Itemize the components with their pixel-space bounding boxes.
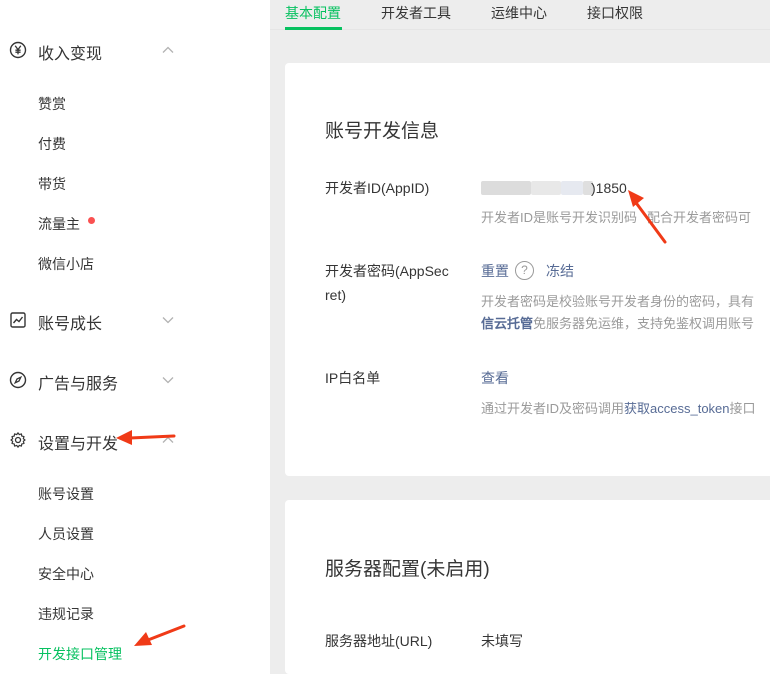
tab-bar: 基本配置 开发者工具 运维中心 接口权限	[270, 0, 770, 30]
ip-whitelist-label: IP白名单	[325, 370, 381, 386]
active-tab-indicator	[285, 27, 342, 30]
sidebar-item-label: 付费	[38, 136, 66, 152]
tab-api-permissions[interactable]: 接口权限	[587, 3, 643, 23]
sidebar-item-dev-interface-mgmt[interactable]: 开发接口管理	[0, 635, 270, 669]
freeze-secret-link[interactable]: 冻结	[546, 261, 574, 281]
sidebar-item-label: 开发接口管理	[38, 646, 122, 662]
app-secret-description: 开发者密码是校验账号开发者身份的密码，具有	[481, 294, 755, 309]
app-root: 收入变现 赞赏 付费 带货 流量主 微信小店 账号成长 广告与服务 设置与开发 …	[0, 0, 770, 674]
tab-basic-config[interactable]: 基本配置	[285, 3, 341, 23]
sidebar-item-commerce[interactable]: 带货	[0, 165, 270, 199]
nav-group-ads-label: 广告与服务	[38, 376, 119, 393]
sidebar-item-label: 账号设置	[38, 486, 94, 502]
nav-group-income[interactable]: 收入变现	[0, 30, 270, 70]
tab-developer-tools[interactable]: 开发者工具	[381, 3, 451, 23]
sidebar-item-label: 人员设置	[38, 526, 94, 542]
appid-label: 开发者ID(AppID)	[325, 180, 430, 196]
notification-dot	[88, 217, 95, 224]
sidebar-item-paid[interactable]: 付费	[0, 125, 270, 159]
app-secret-description-2: 信云托管免服务器免运维，支持免鉴权调用账号	[481, 316, 755, 331]
tab-ops-center[interactable]: 运维中心	[491, 3, 547, 23]
ip-whitelist-description: 通过开发者ID及密码调用获取access_token接口	[481, 401, 756, 416]
sidebar-item-label: 赞赏	[38, 96, 66, 112]
sidebar-item-appreciation[interactable]: 赞赏	[0, 85, 270, 119]
server-config-card: 服务器配置(未启用) 服务器地址(URL) 未填写	[285, 500, 770, 674]
nav-group-income-label: 收入变现	[38, 46, 103, 63]
chart-trend-icon	[10, 312, 26, 328]
appid-redaction	[561, 181, 583, 195]
app-secret-label-line1: 开发者密码(AppSec	[325, 263, 449, 279]
chevron-up-icon[interactable]	[161, 43, 175, 57]
help-icon[interactable]: ?	[515, 261, 534, 280]
cloud-hosting-link[interactable]: 信云托管	[481, 316, 533, 331]
sidebar-item-account-settings[interactable]: 账号设置	[0, 475, 270, 509]
dev-info-title: 账号开发信息	[325, 121, 440, 142]
sidebar-item-label: 微信小店	[38, 256, 94, 272]
sidebar-item-label: 违规记录	[38, 606, 94, 622]
nav-group-growth-label: 账号成长	[38, 316, 103, 333]
server-url-label: 服务器地址(URL)	[325, 633, 433, 649]
sidebar-item-label: 带货	[38, 176, 66, 192]
dev-info-card: 账号开发信息 开发者ID(AppID) )1850 开发者ID是账号开发识别码配…	[285, 63, 770, 476]
sidebar-item-member-settings[interactable]: 人员设置	[0, 515, 270, 549]
chevron-up-icon[interactable]	[161, 433, 175, 447]
nav-group-ads[interactable]: 广告与服务	[0, 360, 270, 400]
appid-value: )1850	[591, 180, 627, 196]
app-secret-label-line2: ret)	[325, 287, 346, 303]
nav-group-settings[interactable]: 设置与开发	[0, 420, 270, 460]
sidebar-item-wechat-shop[interactable]: 微信小店	[0, 245, 270, 279]
server-url-value: 未填写	[481, 633, 523, 649]
sidebar-item-label: 安全中心	[38, 566, 94, 582]
sidebar-item-label: 流量主	[38, 216, 80, 232]
reset-secret-link[interactable]: 重置	[481, 261, 509, 281]
appid-redaction	[481, 181, 531, 195]
access-token-link[interactable]: 获取access_token	[624, 401, 730, 416]
nav-group-settings-label: 设置与开发	[38, 436, 119, 453]
appid-redaction	[531, 181, 561, 195]
appid-description: 开发者ID是账号开发识别码 配合开发者密码可	[481, 210, 752, 225]
sidebar-item-violation-records[interactable]: 违规记录	[0, 595, 270, 629]
chevron-down-icon[interactable]	[161, 313, 175, 327]
sidebar: 收入变现 赞赏 付费 带货 流量主 微信小店 账号成长 广告与服务 设置与开发 …	[0, 0, 270, 674]
gear-icon	[10, 432, 26, 448]
chevron-down-icon[interactable]	[161, 373, 175, 387]
server-config-title: 服务器配置(未启用)	[325, 559, 490, 580]
compass-icon	[9, 371, 27, 389]
ip-whitelist-view-link[interactable]: 查看	[481, 368, 509, 388]
yen-circle-icon	[9, 41, 27, 59]
sidebar-item-traffic-host[interactable]: 流量主	[0, 205, 270, 239]
sidebar-item-security-center[interactable]: 安全中心	[0, 555, 270, 589]
nav-group-growth[interactable]: 账号成长	[0, 300, 270, 340]
